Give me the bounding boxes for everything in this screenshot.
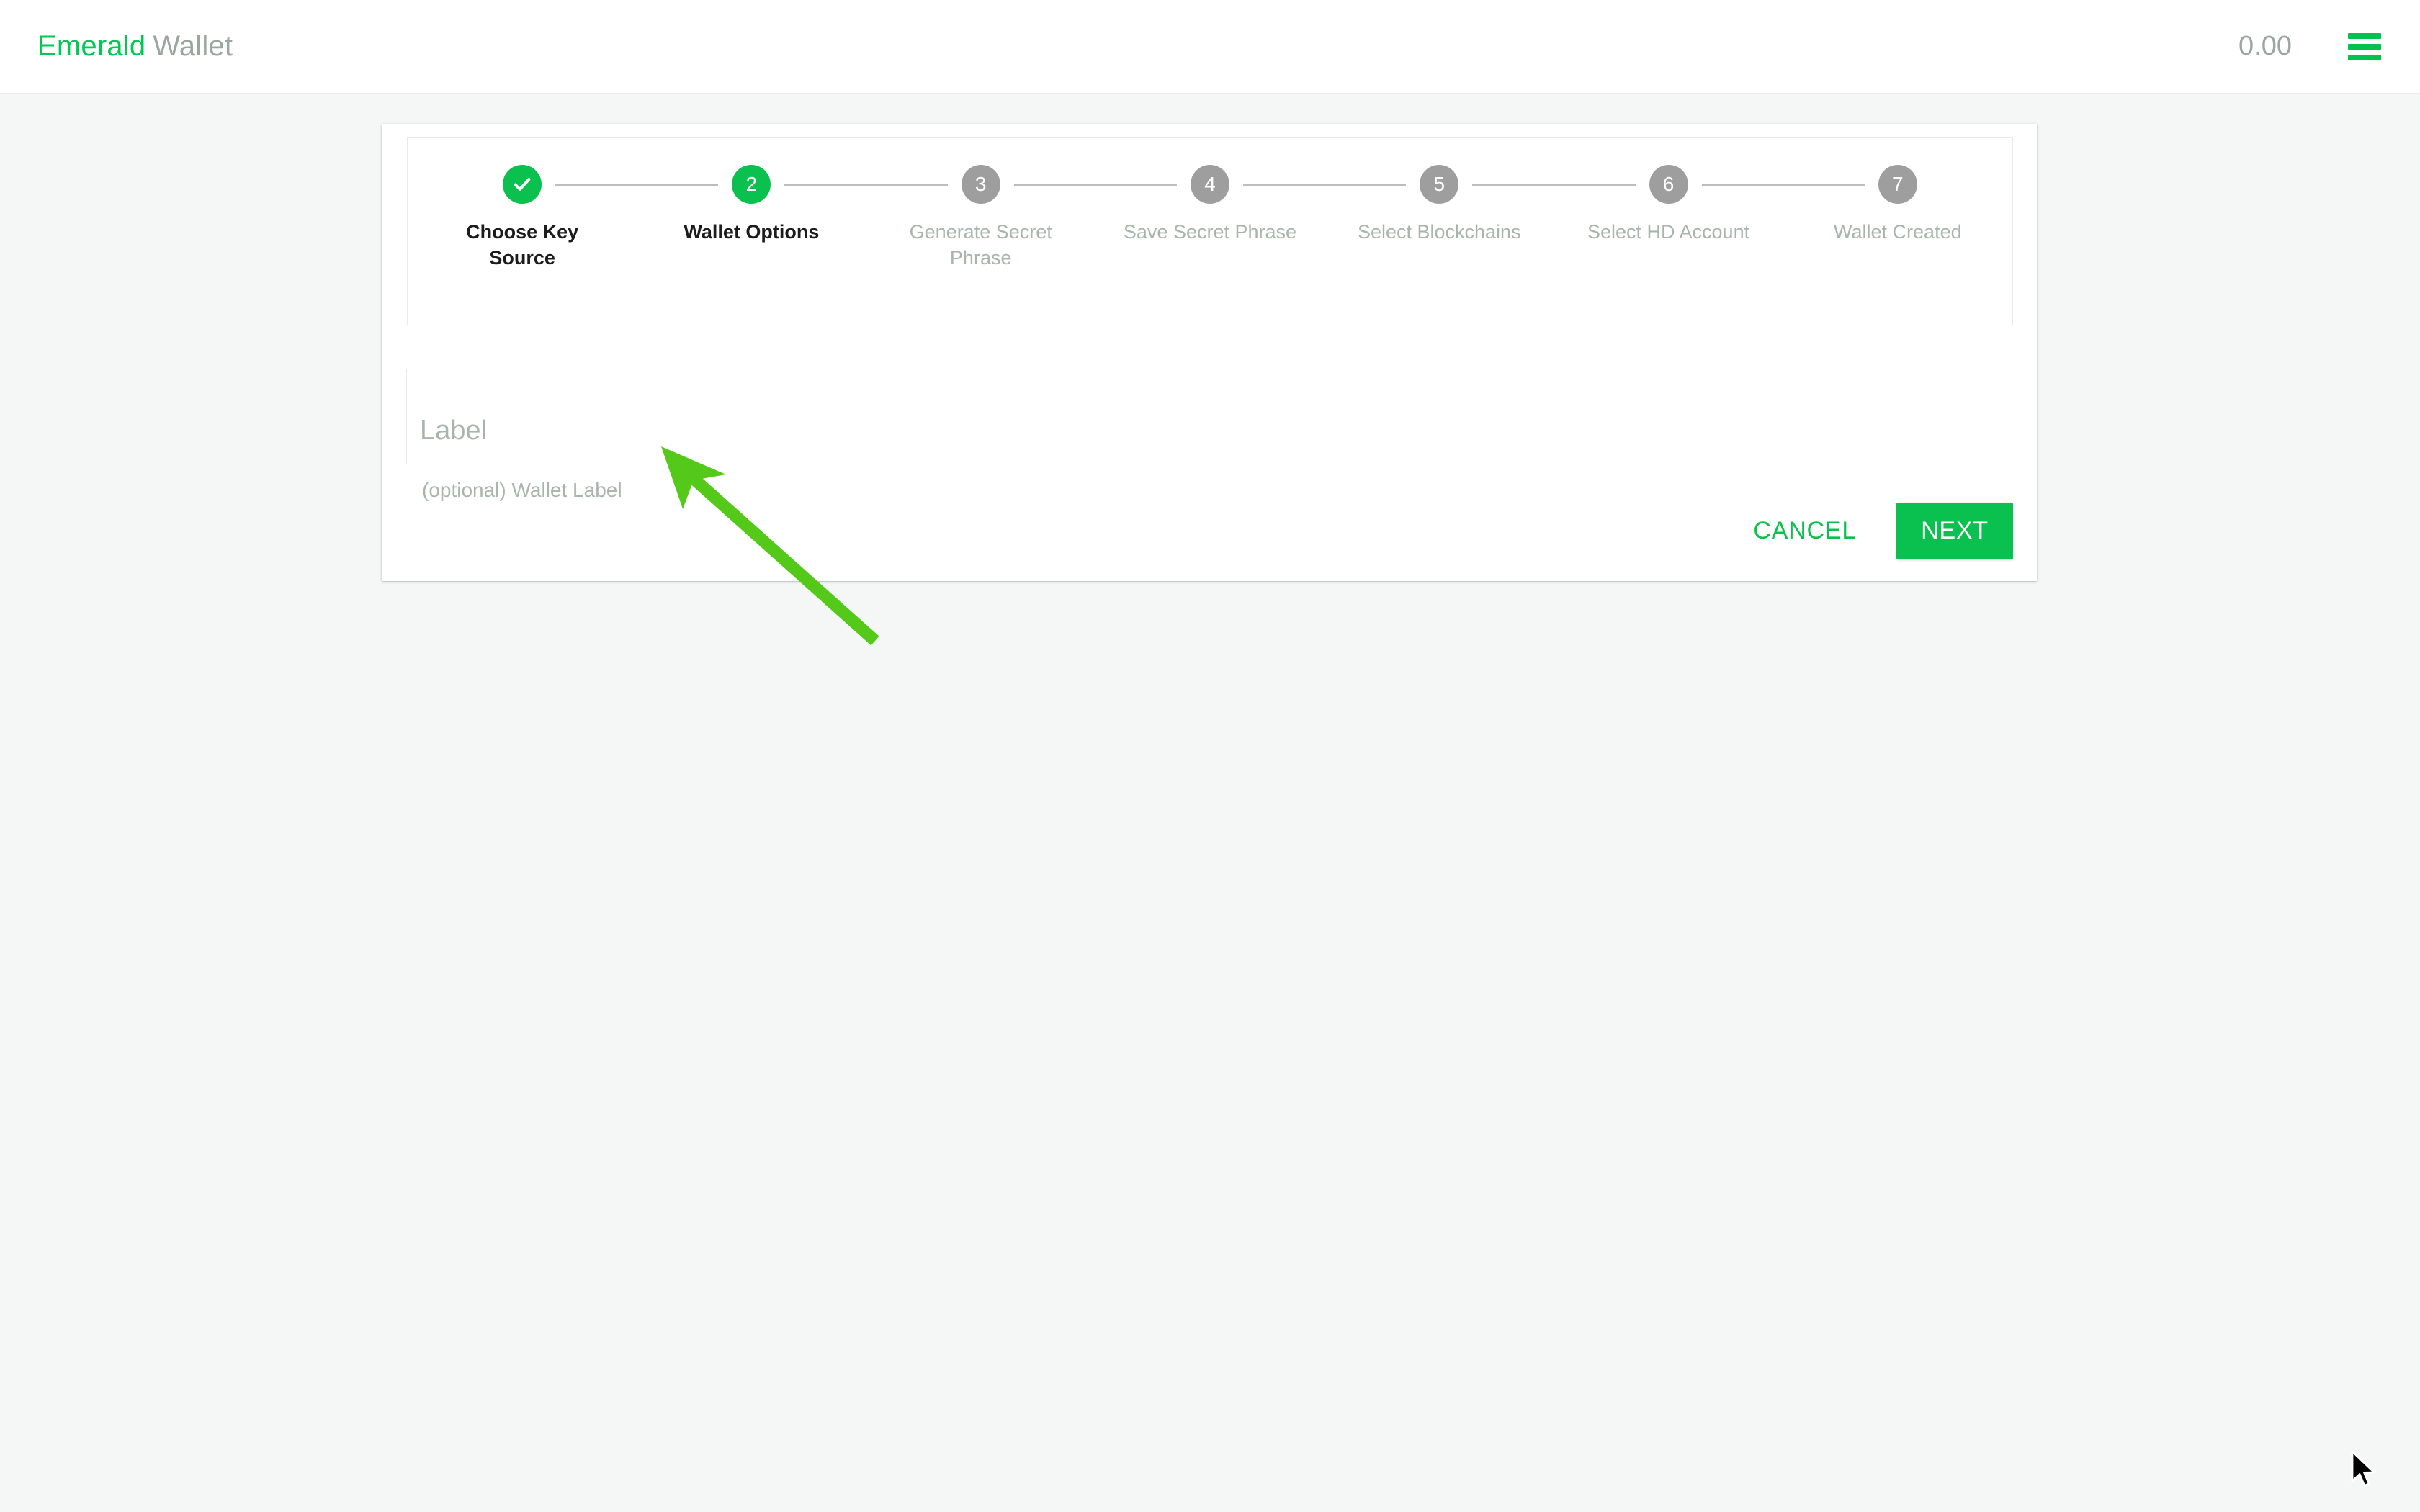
stepper-step-4-row: 4: [1095, 165, 1325, 204]
stepper-step-5-badge: 5: [1420, 165, 1459, 204]
stepper-step-2[interactable]: 2 Wallet Options: [637, 165, 866, 246]
stepper-step-6-row: 6: [1554, 165, 1783, 204]
stepper-step-7-row: 7: [1783, 165, 2012, 204]
stepper-step-5-row: 5: [1325, 165, 1554, 204]
stepper-connector-4-5-left: [1325, 184, 1407, 186]
hamburger-bar-1: [2348, 32, 2381, 39]
stepper-connector-2-3: [784, 184, 866, 186]
stepper-step-4-label: Save Secret Phrase: [1123, 221, 1297, 243]
stepper-step-2-row: 2: [637, 165, 866, 204]
stepper-step-3-label: Generate Secret Phrase: [909, 221, 1052, 269]
header-right-group: 0.00: [2238, 31, 2381, 62]
card-actions: CANCEL NEXT: [1734, 503, 2013, 559]
stepper-step-1-label: Choose Key Source: [466, 221, 579, 269]
stepper-connector-6-7-left: [1783, 184, 1865, 186]
stepper-step-1-row: [408, 165, 637, 204]
stepper-step-7-label: Wallet Created: [1834, 221, 1962, 243]
stepper-connector-1-2: [555, 184, 637, 186]
stepper-connector-3-4: [1013, 184, 1095, 186]
stepper-step-4[interactable]: 4 Save Secret Phrase: [1095, 165, 1325, 246]
stepper-connector-6-7: [1701, 184, 1783, 186]
wallet-label-helper-text: (optional) Wallet Label: [422, 479, 622, 501]
hamburger-bar-2: [2348, 43, 2381, 50]
stepper-step-5-label: Select Blockchains: [1357, 221, 1521, 243]
next-button[interactable]: NEXT: [1896, 503, 2013, 559]
stepper-connector-2-3-left: [866, 184, 948, 186]
check-icon-svg: [514, 178, 531, 191]
stepper-step-3-row: 3: [866, 165, 1095, 204]
brand-name-secondary: Wallet: [153, 30, 233, 62]
mouse-cursor: [2351, 1450, 2375, 1487]
wallet-label-field-group: (optional) Wallet Label: [406, 369, 982, 502]
hamburger-bar-3: [2348, 54, 2381, 60]
stepper-step-7[interactable]: 7 Wallet Created: [1783, 165, 2012, 246]
hamburger-menu-icon[interactable]: [2348, 32, 2381, 60]
stepper: Choose Key Source 2 Wallet Options 3 Gen…: [408, 165, 2012, 271]
stepper-step-2-badge: 2: [732, 165, 771, 204]
stepper-step-5[interactable]: 5 Select Blockchains: [1325, 165, 1554, 246]
stepper-step-6-badge: 6: [1649, 165, 1688, 204]
app-header: Emerald Wallet 0.00: [0, 0, 2420, 94]
stepper-step-4-badge: 4: [1190, 165, 1229, 204]
stepper-connector-5-6: [1472, 184, 1554, 186]
total-balance: 0.00: [2238, 31, 2292, 61]
stepper-step-3[interactable]: 3 Generate Secret Phrase: [866, 165, 1095, 271]
stepper-connector-3-4-left: [1095, 184, 1177, 186]
stepper-connector-5-6-left: [1554, 184, 1636, 186]
wallet-label-input[interactable]: [406, 369, 982, 464]
check-icon: [503, 165, 542, 204]
stepper-step-6[interactable]: 6 Select HD Account: [1554, 165, 1783, 246]
stepper-connector-1-2-left: [637, 184, 719, 186]
wallet-setup-card: Choose Key Source 2 Wallet Options 3 Gen…: [382, 124, 2037, 581]
stepper-connector-4-5: [1242, 184, 1325, 186]
stepper-step-6-label: Select HD Account: [1587, 221, 1750, 243]
app-logo[interactable]: Emerald Wallet: [37, 30, 233, 63]
stepper-container: Choose Key Source 2 Wallet Options 3 Gen…: [407, 137, 2013, 325]
stepper-step-3-badge: 3: [961, 165, 1000, 204]
stepper-step-1[interactable]: Choose Key Source: [408, 165, 637, 271]
cancel-button[interactable]: CANCEL: [1734, 504, 1875, 558]
cursor-arrow-icon: [2351, 1450, 2375, 1487]
stepper-step-2-label: Wallet Options: [684, 221, 820, 243]
stepper-step-7-badge: 7: [1878, 165, 1917, 204]
brand-name-primary: Emerald: [37, 30, 146, 62]
